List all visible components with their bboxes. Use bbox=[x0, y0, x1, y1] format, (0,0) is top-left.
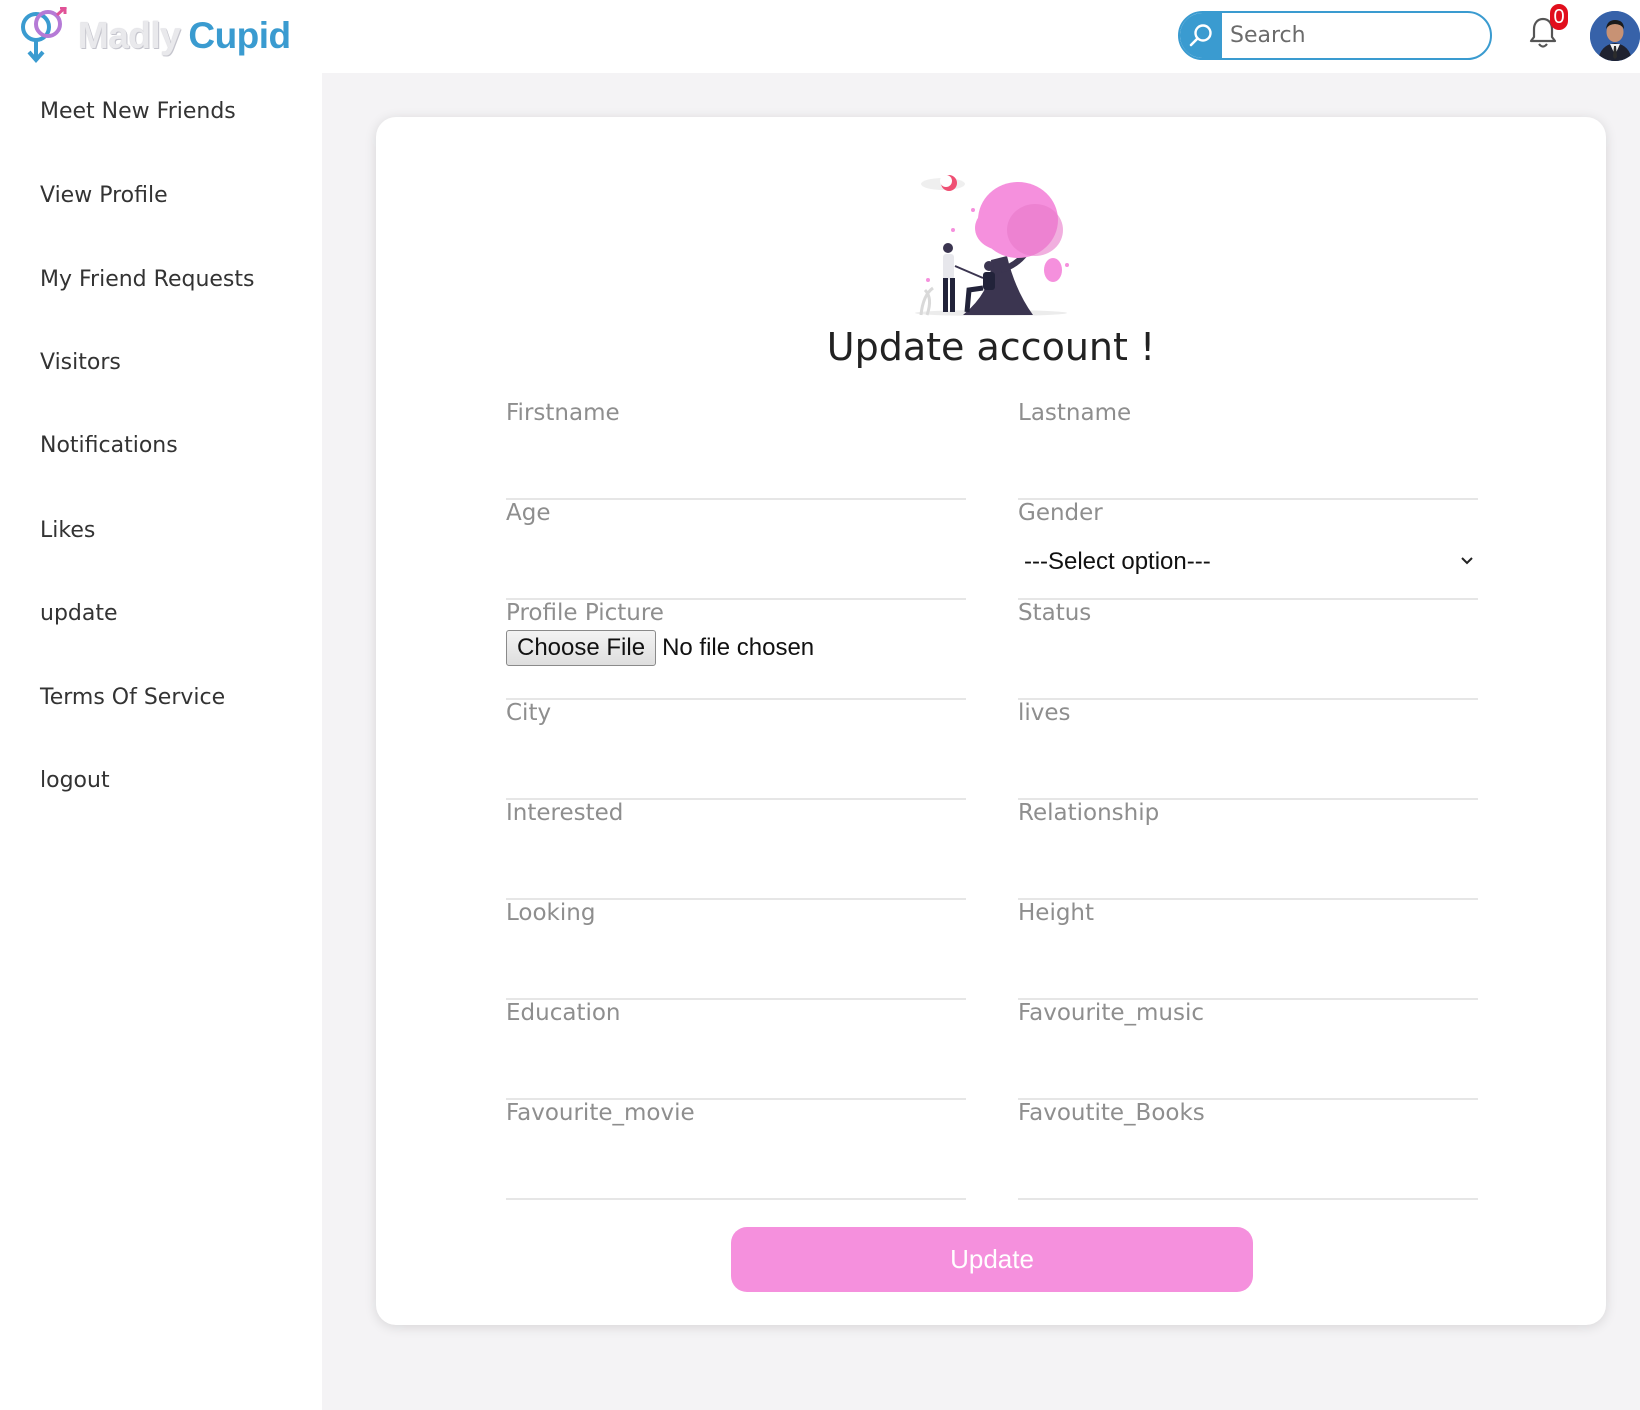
status-field: Status bbox=[1018, 600, 1478, 700]
education-field: Education bbox=[506, 1000, 966, 1100]
lives-field: lives bbox=[1018, 700, 1478, 800]
interested-field: Interested bbox=[506, 800, 966, 900]
gender-select[interactable]: ---Select option--- bbox=[1018, 540, 1478, 584]
gender-label: Gender bbox=[1018, 500, 1103, 526]
sidebar-item-view-profile[interactable]: View Profile bbox=[40, 183, 168, 208]
age-input[interactable] bbox=[506, 544, 966, 588]
favourite-movie-label: Favourite_movie bbox=[506, 1100, 695, 1126]
favourite-music-label: Favourite_music bbox=[1018, 1000, 1204, 1026]
relationship-field: Relationship bbox=[1018, 800, 1478, 900]
age-label: Age bbox=[506, 500, 551, 526]
age-field: Age bbox=[506, 500, 966, 600]
relationship-label: Relationship bbox=[1018, 800, 1160, 826]
status-input[interactable] bbox=[1018, 644, 1478, 688]
search-icon bbox=[1189, 23, 1212, 46]
favourite-movie-field: Favourite_movie bbox=[506, 1100, 966, 1200]
sidebar-item-meet-new-friends[interactable]: Meet New Friends bbox=[40, 99, 236, 124]
search-button[interactable] bbox=[1180, 13, 1222, 58]
sidebar-item-update[interactable]: update bbox=[40, 601, 118, 626]
chevron-down-icon bbox=[1461, 557, 1473, 565]
interested-label: Interested bbox=[506, 800, 624, 826]
search-input[interactable] bbox=[1230, 13, 1480, 58]
height-input[interactable] bbox=[1018, 944, 1478, 988]
update-account-card: Update account ! Firstname Lastname Age … bbox=[376, 117, 1606, 1325]
status-label: Status bbox=[1018, 600, 1092, 626]
favourite-movie-input[interactable] bbox=[506, 1144, 966, 1188]
search-box bbox=[1178, 11, 1492, 60]
file-picker: Choose File No file chosen bbox=[506, 630, 814, 666]
avatar[interactable] bbox=[1590, 11, 1640, 61]
favourite-music-input[interactable] bbox=[1018, 1044, 1478, 1088]
firstname-label: Firstname bbox=[506, 400, 620, 426]
education-input[interactable] bbox=[506, 1044, 966, 1088]
profile-picture-field: Profile Picture Choose File No file chos… bbox=[506, 600, 966, 700]
brand-name-part2: Cupid bbox=[188, 15, 291, 56]
gender-symbols-icon bbox=[21, 7, 67, 64]
city-label: City bbox=[506, 700, 552, 726]
height-label: Height bbox=[1018, 900, 1095, 926]
height-field: Height bbox=[1018, 900, 1478, 1000]
interested-input[interactable] bbox=[506, 844, 966, 888]
city-input[interactable] bbox=[506, 744, 966, 788]
education-label: Education bbox=[506, 1000, 621, 1026]
sidebar-item-logout[interactable]: logout bbox=[40, 768, 110, 793]
brand-logo[interactable]: Madly Cupid bbox=[18, 6, 291, 66]
brand-name-part1: Madly bbox=[78, 15, 181, 56]
choose-file-button[interactable]: Choose File bbox=[506, 630, 657, 666]
couple-under-tree-illustration bbox=[915, 175, 1069, 316]
relationship-input[interactable] bbox=[1018, 844, 1478, 888]
firstname-field: Firstname bbox=[506, 400, 966, 500]
city-field: City bbox=[506, 700, 966, 800]
lastname-label: Lastname bbox=[1018, 400, 1132, 426]
favourite-books-field: Favoutite_Books bbox=[1018, 1100, 1478, 1200]
user-avatar-image bbox=[1590, 11, 1640, 61]
file-status-text: No file chosen bbox=[662, 634, 815, 661]
favourite-books-label: Favoutite_Books bbox=[1018, 1100, 1205, 1126]
lastname-field: Lastname bbox=[1018, 400, 1478, 500]
favourite-music-field: Favourite_music bbox=[1018, 1000, 1478, 1100]
top-bar: MadlyCupid 0 bbox=[0, 0, 1640, 73]
profile-picture-label: Profile Picture bbox=[506, 600, 664, 626]
sidebar-item-terms-of-service[interactable]: Terms Of Service bbox=[40, 685, 225, 710]
looking-field: Looking bbox=[506, 900, 966, 1000]
sidebar-item-friend-requests[interactable]: My Friend Requests bbox=[40, 267, 254, 292]
lives-label: lives bbox=[1018, 700, 1071, 726]
sidebar-item-visitors[interactable]: Visitors bbox=[40, 350, 121, 375]
page-title: Update account ! bbox=[826, 325, 1156, 369]
favourite-books-input[interactable] bbox=[1018, 1144, 1478, 1188]
looking-label: Looking bbox=[506, 900, 596, 926]
sidebar: Meet New Friends View Profile My Friend … bbox=[0, 73, 322, 1410]
gender-selected-value: ---Select option--- bbox=[1024, 548, 1211, 575]
brand-name: Madly Cupid bbox=[78, 15, 291, 57]
sidebar-item-notifications[interactable]: Notifications bbox=[40, 433, 178, 458]
notification-count-badge: 0 bbox=[1550, 4, 1568, 30]
looking-input[interactable] bbox=[506, 944, 966, 988]
update-button[interactable]: Update bbox=[731, 1227, 1253, 1292]
firstname-input[interactable] bbox=[506, 444, 966, 488]
lives-input[interactable] bbox=[1018, 744, 1478, 788]
gender-field: Gender ---Select option--- bbox=[1018, 500, 1478, 600]
lastname-input[interactable] bbox=[1018, 444, 1478, 488]
sidebar-item-likes[interactable]: Likes bbox=[40, 518, 95, 543]
